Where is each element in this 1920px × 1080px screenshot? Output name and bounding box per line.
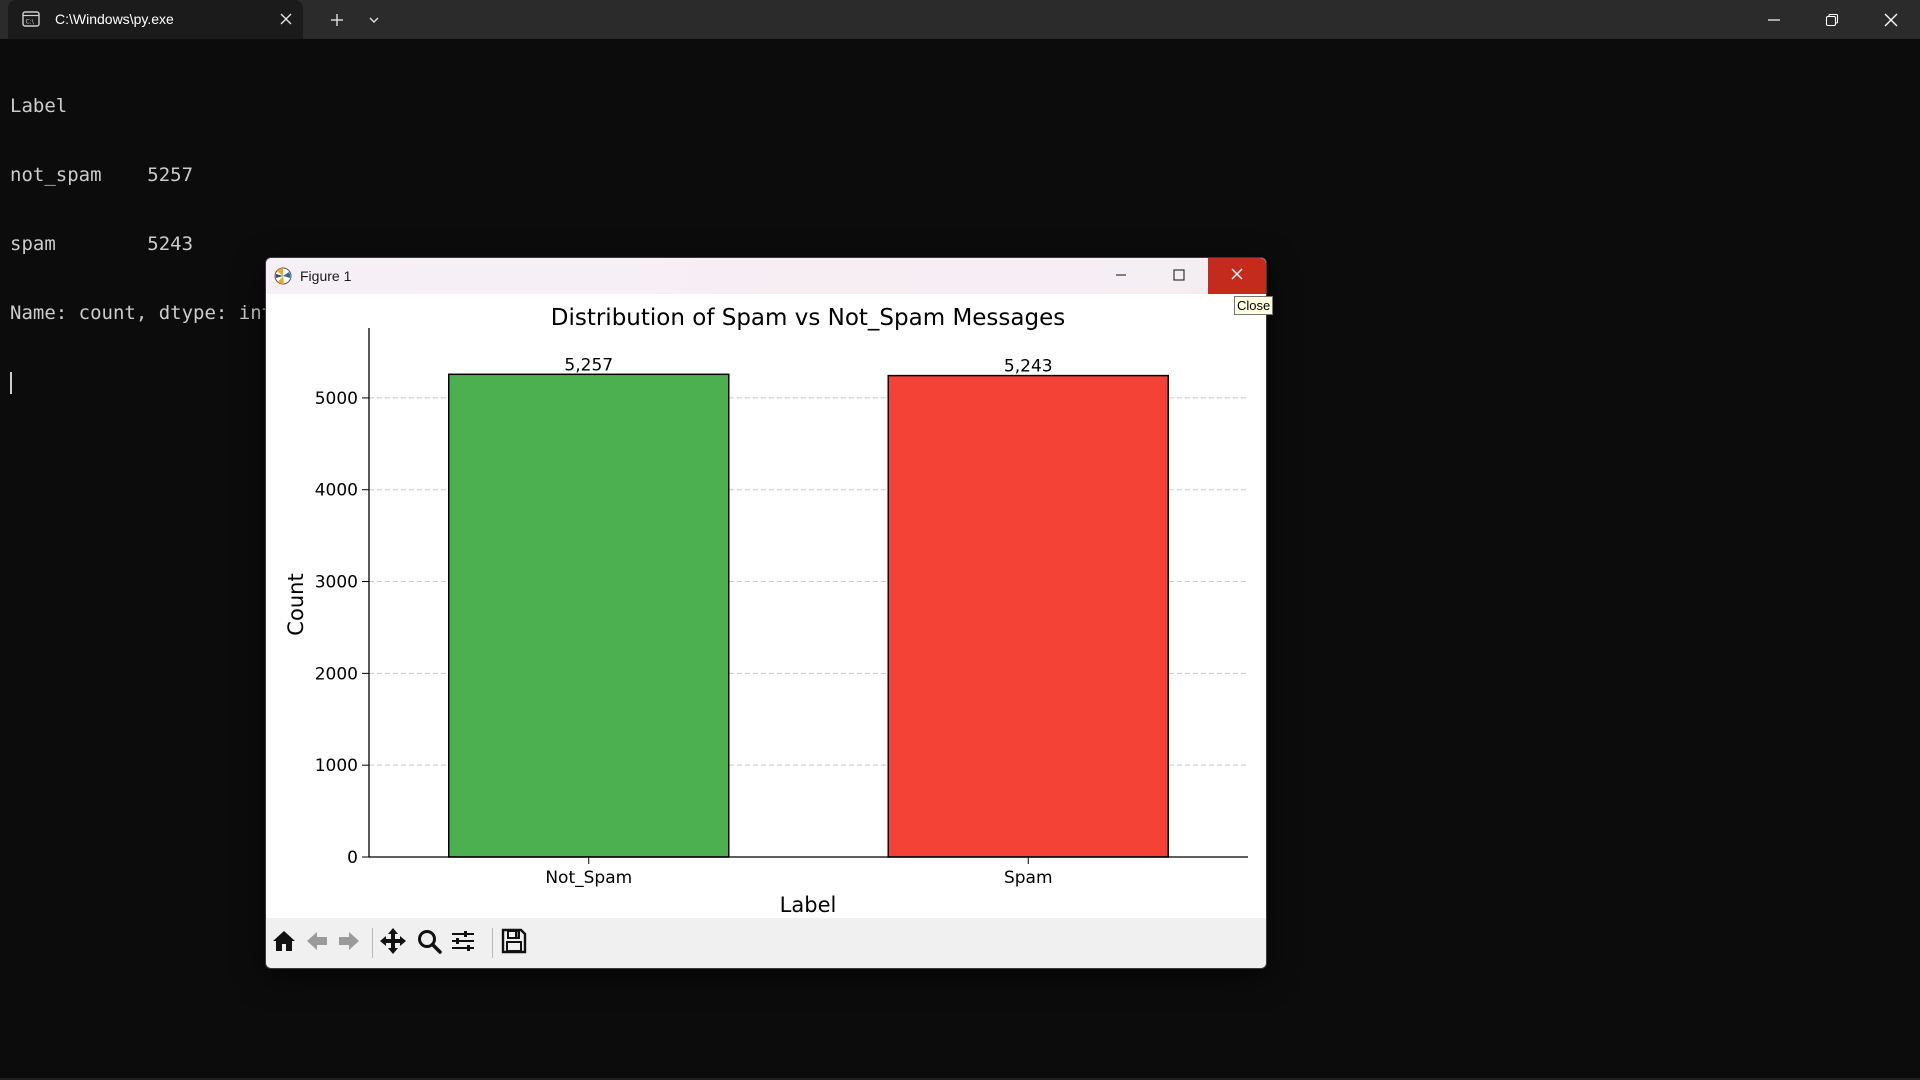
figure-minimize-button[interactable] bbox=[1092, 258, 1150, 294]
terminal-tab-title: C:\Windows\py.exe bbox=[55, 11, 174, 27]
close-icon bbox=[1883, 12, 1899, 28]
back-button[interactable] bbox=[302, 929, 332, 957]
pan-button[interactable] bbox=[378, 927, 408, 959]
close-icon[interactable] bbox=[278, 11, 294, 27]
navigation-toolbar bbox=[266, 918, 1266, 968]
tab-dropdown-button[interactable] bbox=[358, 0, 390, 39]
bar-spam bbox=[887, 374, 1169, 858]
close-icon bbox=[1229, 266, 1245, 286]
figure-title: Figure 1 bbox=[300, 268, 352, 284]
arrow-right-icon bbox=[336, 928, 362, 958]
save-icon bbox=[501, 928, 527, 958]
terminal-minimize-button[interactable] bbox=[1745, 0, 1803, 39]
terminal-output[interactable]: Label not_spam 5257 spam 5243 Name: coun… bbox=[10, 49, 296, 417]
terminal-icon: C:\ bbox=[22, 11, 40, 27]
restore-icon bbox=[1825, 13, 1839, 27]
magnifier-icon bbox=[416, 928, 442, 958]
data-label: 5,257 bbox=[564, 355, 613, 375]
bar-chart: Distribution of Spam vs Not_Spam Message… bbox=[284, 305, 1248, 917]
toolbar-separator bbox=[372, 928, 373, 958]
home-button[interactable] bbox=[269, 929, 299, 957]
terminal-tab[interactable]: C:\ C:\Windows\py.exe bbox=[8, 0, 303, 39]
figure-close-button[interactable] bbox=[1208, 258, 1266, 294]
x-tick-label: Spam bbox=[1004, 868, 1053, 888]
matplotlib-icon bbox=[274, 267, 292, 285]
terminal-prompt[interactable] bbox=[10, 371, 296, 394]
terminal-line: not_spam 5257 bbox=[10, 164, 194, 186]
toolbar-separator bbox=[492, 928, 493, 958]
minimize-icon bbox=[1114, 267, 1128, 286]
configure-subplots-button[interactable] bbox=[448, 929, 478, 957]
arrow-left-icon bbox=[304, 928, 330, 958]
minimize-icon bbox=[1767, 13, 1781, 27]
save-figure-button[interactable] bbox=[499, 928, 529, 958]
bar-not-spam bbox=[448, 373, 730, 858]
chart-title: Distribution of Spam vs Not_Spam Message… bbox=[551, 305, 1065, 331]
terminal-line: Label bbox=[10, 95, 68, 117]
maximize-icon bbox=[1172, 267, 1186, 286]
terminal-line: Name: count, dtype: int64 bbox=[10, 302, 296, 324]
figure-titlebar[interactable]: Figure 1 bbox=[266, 258, 1266, 294]
text-cursor bbox=[10, 372, 12, 394]
svg-text:C:\: C:\ bbox=[26, 19, 35, 26]
figure-window: Figure 1 Close Distribution of Spam vs N… bbox=[265, 257, 1274, 969]
figure-maximize-button[interactable] bbox=[1150, 258, 1208, 294]
move-icon bbox=[379, 927, 407, 959]
y-tick-label: 0 bbox=[347, 848, 358, 868]
y-tick-label: 4000 bbox=[315, 481, 358, 501]
y-tick-label: 1000 bbox=[315, 756, 358, 776]
new-tab-button[interactable] bbox=[321, 0, 353, 39]
terminal-titlebar: C:\ C:\Windows\py.exe bbox=[0, 0, 1920, 39]
forward-button[interactable] bbox=[334, 929, 364, 957]
y-axis-label: Count bbox=[284, 573, 308, 635]
y-tick-label: 2000 bbox=[315, 664, 358, 684]
terminal-line: spam 5243 bbox=[10, 233, 194, 255]
terminal-restore-button[interactable] bbox=[1803, 0, 1861, 39]
zoom-button[interactable] bbox=[414, 929, 444, 957]
figure-canvas[interactable]: Distribution of Spam vs Not_Spam Message… bbox=[266, 294, 1266, 918]
x-axis-label: Label bbox=[780, 893, 837, 917]
home-icon bbox=[271, 928, 297, 958]
sliders-icon bbox=[450, 928, 476, 958]
terminal-close-button[interactable] bbox=[1861, 0, 1920, 39]
plus-icon bbox=[329, 12, 345, 28]
y-tick-label: 3000 bbox=[315, 573, 358, 593]
close-tooltip: Close bbox=[1234, 296, 1274, 315]
data-label: 5,243 bbox=[1004, 357, 1053, 377]
y-tick-label: 5000 bbox=[315, 389, 358, 409]
chevron-down-icon bbox=[367, 13, 381, 27]
x-tick-label: Not_Spam bbox=[545, 868, 632, 888]
